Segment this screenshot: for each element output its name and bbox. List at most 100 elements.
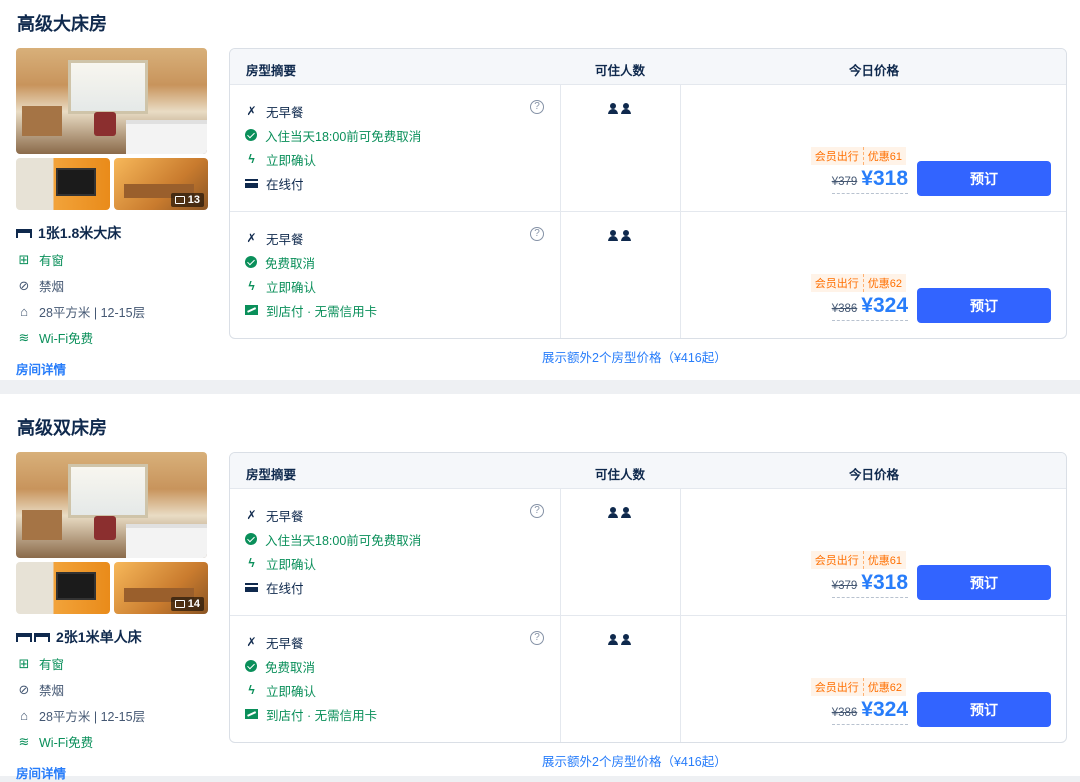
bed-type: 1张1.8米大床 — [16, 223, 208, 243]
room-info: 13 1张1.8米大床 ⊞ 有窗 ⊘ 禁烟 ⌂ 28平方米 | 12-15层 ≋… — [16, 48, 208, 378]
promo-tags: 会员出行 优惠62 — [810, 274, 906, 292]
room-thumbnail[interactable]: 14 — [114, 562, 208, 614]
header-guests: 可住人数 — [594, 64, 645, 78]
lightning-icon: ϟ — [248, 683, 255, 697]
cancel-policy: 免费取消 — [265, 256, 316, 271]
room-details-link[interactable]: 房间详情 — [16, 763, 208, 782]
area-feature: ⌂ 28平方米 | 12-15层 — [16, 706, 208, 725]
check-circle-icon — [245, 129, 257, 141]
window-icon: ⊞ — [18, 656, 30, 671]
photo-count-badge: 14 — [170, 597, 204, 611]
photo-count-badge: 13 — [170, 193, 204, 207]
window-feature: ⊞ 有窗 — [16, 654, 208, 673]
confirm-label: 立即确认 — [266, 684, 317, 699]
rate-policies: ✗ 无早餐 入住当天18:00前可免费取消 ϟ 立即确认 在线付 — [245, 503, 421, 599]
no-smoking-icon: ⊘ — [18, 278, 30, 293]
person-icon — [608, 507, 618, 519]
pay-at-hotel-icon — [245, 305, 258, 315]
guest-capacity — [608, 507, 631, 519]
original-price: ¥379 — [831, 580, 858, 592]
promo-discount-tag: 优惠62 — [862, 274, 906, 292]
help-icon[interactable]: ? — [530, 100, 544, 114]
promo-discount-tag: 优惠62 — [862, 678, 906, 696]
guest-capacity — [608, 103, 631, 115]
help-icon[interactable]: ? — [530, 631, 544, 645]
more-prices-link[interactable]: 展示额外2个房型价格（¥416起） — [542, 347, 1080, 366]
rate-table: 房型摘要 可住人数 今日价格 ✗ 无早餐 入住当天18:00前可免费取消 ϟ 立即确… — [229, 452, 1067, 743]
area-feature: ⌂ 28平方米 | 12-15层 — [16, 302, 208, 321]
bed-type-label: 2张1米单人床 — [56, 629, 142, 645]
person-icon — [608, 634, 618, 646]
rate-policies: ✗ 无早餐 免费取消 ϟ 立即确认 到店付 · 无需信用卡 — [245, 226, 377, 322]
guest-capacity — [608, 634, 631, 646]
person-icon — [621, 507, 631, 519]
room-title: 高级双床房 — [17, 418, 107, 438]
photo-count: 14 — [187, 598, 200, 610]
person-icon — [621, 103, 631, 115]
image-icon — [174, 600, 185, 608]
area-icon: ⌂ — [20, 304, 28, 319]
price: ¥379 ¥318 — [831, 571, 908, 598]
credit-card-icon — [245, 178, 258, 188]
book-button[interactable]: 预订 — [917, 161, 1051, 196]
cancel-policy: 入住当天18:00前可免费取消 — [265, 533, 422, 548]
person-icon — [621, 230, 631, 242]
room-title: 高级大床房 — [17, 14, 107, 34]
area-label: 28平方米 | 12-15层 — [39, 306, 146, 320]
current-price: ¥318 — [861, 167, 908, 190]
more-prices-link[interactable]: 展示额外2个房型价格（¥416起） — [542, 751, 1080, 770]
photo-count: 13 — [187, 194, 200, 206]
original-price: ¥379 — [831, 176, 858, 188]
wifi-label: Wi-Fi免费 — [39, 736, 94, 750]
smoking-feature: ⊘ 禁烟 — [16, 680, 208, 699]
room-thumbnail[interactable]: 13 — [114, 158, 208, 210]
person-icon — [621, 634, 631, 646]
room-main-photo[interactable] — [16, 452, 207, 558]
image-icon — [174, 196, 185, 204]
room-card: 高级大床房 13 1张1.8米大床 ⊞ 有窗 ⊘ 禁烟 ⌂ 28平方米 | 12… — [0, 0, 1080, 380]
person-icon — [608, 230, 618, 242]
lightning-icon: ϟ — [248, 279, 255, 293]
promo-tags: 会员出行 优惠61 — [810, 551, 906, 569]
rate-table: 房型摘要 可住人数 今日价格 ✗ 无早餐 入住当天18:00前可免费取消 ϟ 立即确… — [229, 48, 1067, 339]
confirm-label: 立即确认 — [266, 557, 317, 572]
room-thumbnail[interactable] — [16, 562, 110, 614]
lightning-icon: ϟ — [248, 152, 255, 166]
pay-at-hotel-icon — [245, 709, 258, 719]
wifi-icon: ≋ — [18, 734, 30, 749]
header-summary: 房型摘要 — [246, 468, 297, 482]
price: ¥379 ¥318 — [831, 167, 908, 194]
rate-row: ✗ 无早餐 入住当天18:00前可免费取消 ϟ 立即确认 在线付 ? 会员出行 优惠… — [230, 489, 1066, 616]
rate-row: ✗ 无早餐 免费取消 ϟ 立即确认 到店付 · 无需信用卡 ? 会员出行 优惠62 … — [230, 616, 1066, 742]
lightning-icon: ϟ — [248, 556, 255, 570]
original-price: ¥386 — [831, 707, 858, 719]
room-main-photo[interactable] — [16, 48, 207, 154]
rate-row: ✗ 无早餐 入住当天18:00前可免费取消 ϟ 立即确认 在线付 ? 会员出行 优惠… — [230, 85, 1066, 212]
current-price: ¥324 — [861, 294, 908, 317]
no-smoking-icon: ⊘ — [18, 682, 30, 697]
window-label: 有窗 — [39, 254, 65, 268]
cancel-policy: 免费取消 — [265, 660, 316, 675]
payment-label: 到店付 · 无需信用卡 — [266, 708, 378, 723]
utensils-icon: ✗ — [246, 508, 257, 522]
person-icon — [608, 103, 618, 115]
price: ¥386 ¥324 — [831, 698, 908, 725]
area-label: 28平方米 | 12-15层 — [39, 710, 146, 724]
book-button[interactable]: 预订 — [917, 288, 1051, 323]
payment-label: 到店付 · 无需信用卡 — [266, 304, 378, 319]
price: ¥386 ¥324 — [831, 294, 908, 321]
book-button[interactable]: 预订 — [917, 692, 1051, 727]
rate-row: ✗ 无早餐 免费取消 ϟ 立即确认 到店付 · 无需信用卡 ? 会员出行 优惠62 … — [230, 212, 1066, 338]
wifi-label: Wi-Fi免费 — [39, 332, 94, 346]
help-icon[interactable]: ? — [530, 504, 544, 518]
room-thumbnails: 13 — [16, 158, 208, 210]
room-thumbnail[interactable] — [16, 158, 110, 210]
rate-table-header: 房型摘要 可住人数 今日价格 — [230, 453, 1066, 489]
current-price: ¥318 — [861, 571, 908, 594]
room-details-link[interactable]: 房间详情 — [16, 359, 208, 378]
promo-member-tag: 会员出行 — [810, 678, 863, 696]
help-icon[interactable]: ? — [530, 227, 544, 241]
utensils-icon: ✗ — [246, 104, 257, 118]
window-icon: ⊞ — [18, 252, 30, 267]
book-button[interactable]: 预订 — [917, 565, 1051, 600]
